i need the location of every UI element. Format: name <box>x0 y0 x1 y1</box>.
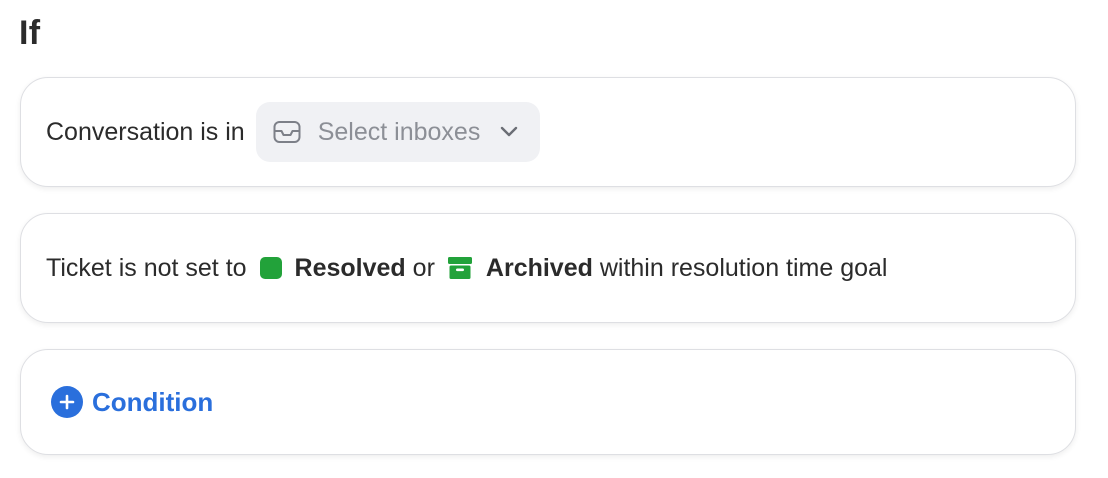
status-archived-label[interactable]: Archived <box>486 254 593 283</box>
connector-text: or <box>412 253 435 282</box>
chevron-down-icon <box>500 126 518 138</box>
condition-ticket-suffix: within resolution time goal <box>599 253 888 282</box>
condition-ticket-prefix: Ticket is not set to <box>46 253 247 282</box>
select-inboxes-dropdown[interactable]: Select inboxes <box>255 102 541 162</box>
resolved-square-icon <box>259 257 282 279</box>
plus-circle-icon <box>51 386 83 418</box>
inbox-icon <box>273 120 301 144</box>
condition-connector: or <box>406 254 435 283</box>
condition-inbox-label: Conversation is in <box>46 117 245 146</box>
section-heading: If <box>19 14 41 52</box>
condition-card-inbox: Conversation is in Select inboxes <box>20 77 1076 187</box>
select-inboxes-placeholder: Select inboxes <box>317 117 481 146</box>
if-conditions-panel: If Conversation is in Select inboxes Tic… <box>0 0 1108 478</box>
condition-ticket-suffix-wrap: within resolution time goal <box>593 254 888 283</box>
status-resolved-label[interactable]: Resolved <box>295 254 406 283</box>
archive-box-icon <box>447 256 473 280</box>
add-condition-card: Condition <box>20 349 1076 455</box>
condition-card-ticket-status: Ticket is not set to Resolved or Archive… <box>20 213 1076 323</box>
add-condition-button[interactable]: Condition <box>51 386 213 418</box>
add-condition-label: Condition <box>92 386 214 417</box>
